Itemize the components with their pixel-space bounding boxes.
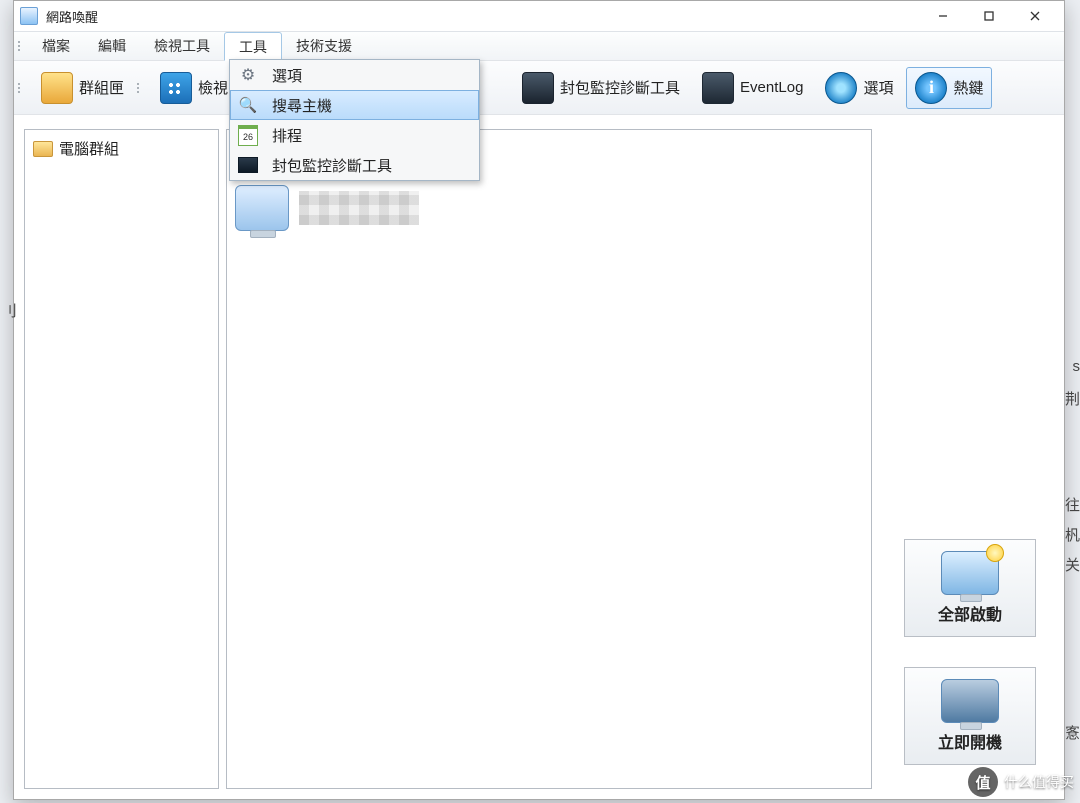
list-item[interactable] <box>235 185 419 231</box>
app-window: 網路喚醒 檔案 編輯 檢視工具 工具 技術支援 <box>13 0 1065 800</box>
minimize-button[interactable] <box>920 1 966 31</box>
start-all-button[interactable]: 全部啟動 <box>904 539 1036 637</box>
tree-panel: 電腦群組 <box>24 129 219 789</box>
gear-icon <box>238 65 258 85</box>
boot-now-button[interactable]: 立即開機 <box>904 667 1036 765</box>
tool-group-box[interactable]: 群組匣 <box>32 67 133 109</box>
list-panel <box>226 129 872 789</box>
info-icon <box>915 72 947 104</box>
folder-icon <box>33 141 53 157</box>
tool-label: 選項 <box>863 77 893 98</box>
button-label: 立即開機 <box>938 729 1002 753</box>
menu-item-packet-diag[interactable]: 封包監控診斷工具 <box>230 150 479 180</box>
maximize-button[interactable] <box>966 1 1012 31</box>
tree-root[interactable]: 電腦群組 <box>31 136 212 161</box>
gear-circle-icon <box>825 72 857 104</box>
edge-right-text: 往 <box>1065 494 1080 515</box>
menubar: 檔案 編輯 檢視工具 工具 技術支援 <box>14 32 1064 61</box>
menu-file[interactable]: 檔案 <box>28 32 84 60</box>
eventlog-icon <box>702 72 734 104</box>
menu-view[interactable]: 檢視工具 <box>140 32 224 60</box>
menu-item-search-host[interactable]: 搜尋主機 <box>230 90 479 120</box>
computer-wake-icon <box>941 551 999 595</box>
search-icon <box>238 95 258 115</box>
edge-right-text: 杋 <box>1065 524 1080 545</box>
folder-icon <box>41 72 73 104</box>
list-item-label-obscured <box>299 191 419 225</box>
grip-icon <box>18 32 26 60</box>
toolbar: 群組匣 檢視 封包監控診斷工具 EventLog 選項 <box>14 61 1064 115</box>
menu-item-options[interactable]: 選項 <box>230 60 479 90</box>
close-button[interactable] <box>1012 1 1058 31</box>
tool-label: 熱鍵 <box>953 77 983 98</box>
computer-icon <box>235 185 289 231</box>
tool-label: 封包監控診斷工具 <box>560 77 680 98</box>
menu-item-label: 選項 <box>272 65 302 86</box>
tool-label: EventLog <box>740 79 803 96</box>
tool-label: 群組匣 <box>79 77 124 98</box>
monitor-icon <box>522 72 554 104</box>
menu-item-label: 搜尋主機 <box>272 95 332 116</box>
client-area: 電腦群組 全部啟動 立即開機 <box>14 114 1064 799</box>
tree-root-label: 電腦群組 <box>59 138 119 159</box>
tool-label: 檢視 <box>198 77 228 98</box>
edge-right-text: 关 <box>1065 554 1080 575</box>
menu-item-label: 排程 <box>272 125 302 146</box>
titlebar: 網路喚醒 <box>14 1 1064 32</box>
tool-options[interactable]: 選項 <box>816 67 902 109</box>
menu-edit[interactable]: 編輯 <box>84 32 140 60</box>
watermark-text: 什么值得买 <box>1004 772 1074 792</box>
tool-hotkeys[interactable]: 熱鍵 <box>906 67 992 109</box>
diagnostic-icon <box>238 157 258 173</box>
computer-boot-icon <box>941 679 999 723</box>
edge-right-text: s <box>1073 358 1080 375</box>
window-title: 網路喚醒 <box>46 7 98 26</box>
watermark-badge: 值 <box>968 767 998 797</box>
button-label: 全部啟動 <box>938 601 1002 625</box>
tool-event-log[interactable]: EventLog <box>693 67 812 109</box>
window-controls <box>920 1 1058 31</box>
view-grid-icon <box>160 72 192 104</box>
grip-icon <box>18 83 26 93</box>
watermark: 值 什么值得买 <box>968 767 1074 797</box>
grip-icon <box>137 83 145 93</box>
menu-tools[interactable]: 工具 <box>224 32 282 61</box>
menu-item-schedule[interactable]: 26 排程 <box>230 120 479 150</box>
edge-right-text: 愙 <box>1065 722 1080 743</box>
calendar-icon: 26 <box>238 125 258 146</box>
menu-item-label: 封包監控診斷工具 <box>272 155 392 176</box>
edge-right-text: 荆 <box>1065 388 1080 409</box>
tool-packet-monitor[interactable]: 封包監控診斷工具 <box>513 67 689 109</box>
app-icon <box>20 7 38 25</box>
side-panel: 全部啟動 立即開機 <box>880 129 1060 789</box>
edge-left-text: 刂 <box>2 300 17 321</box>
menu-support[interactable]: 技術支援 <box>282 32 366 60</box>
tools-dropdown: 選項 搜尋主機 26 排程 封包監控診斷工具 <box>229 59 480 181</box>
